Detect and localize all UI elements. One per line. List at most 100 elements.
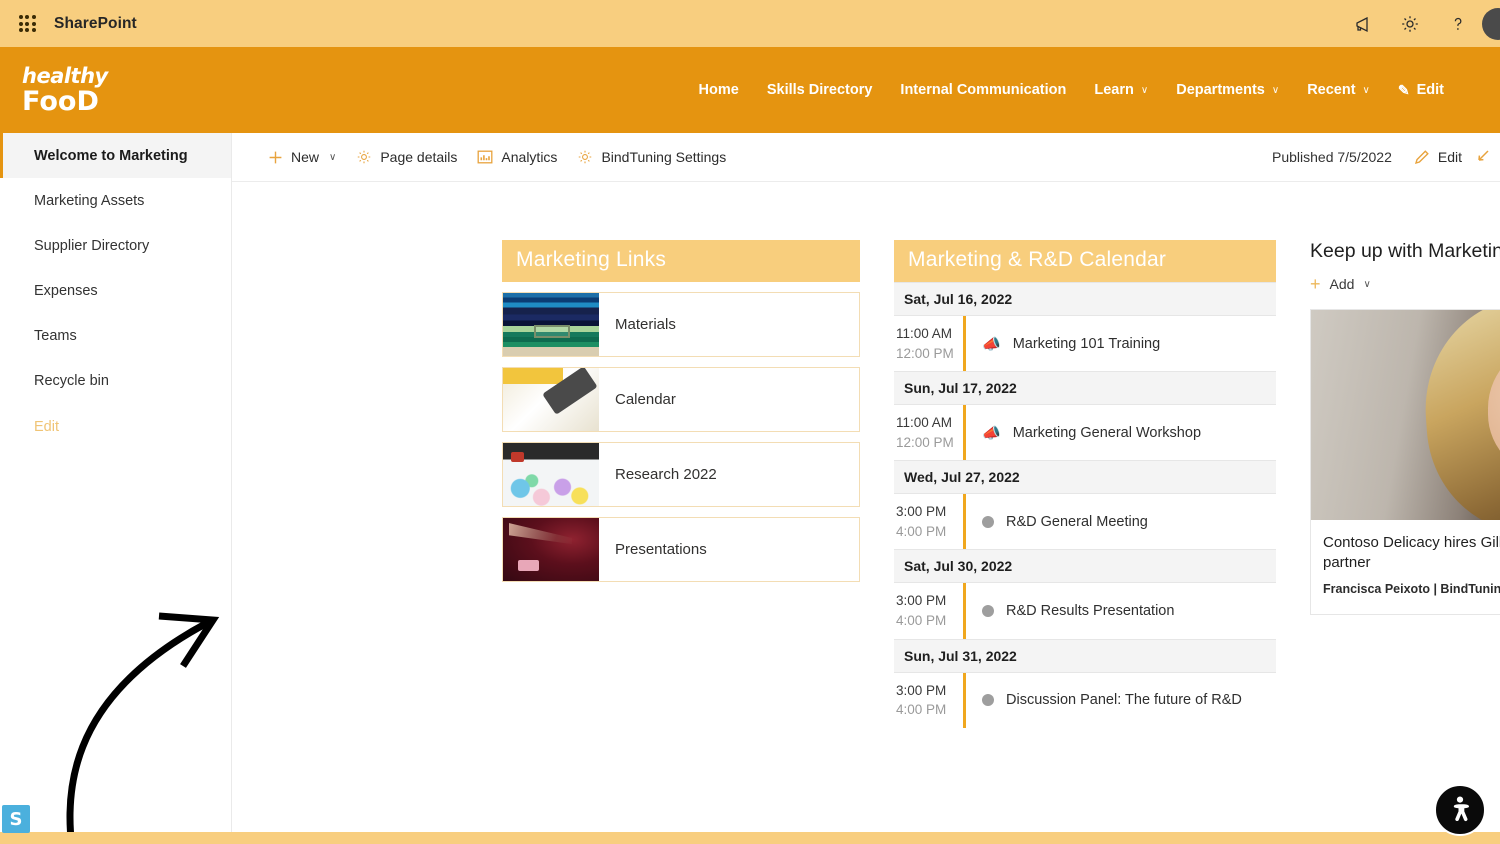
presentations-thumbnail-icon — [503, 518, 599, 581]
sidebar-item-label: Expenses — [34, 282, 98, 299]
left-navigation: Welcome to Marketing Marketing Assets Su… — [0, 133, 232, 844]
page-details-button[interactable]: Page details — [346, 143, 467, 171]
gear-icon — [577, 149, 593, 165]
calendar-header: Marketing & R&D Calendar — [894, 240, 1276, 282]
event-time: 3:00 PM 4:00 PM — [894, 672, 966, 728]
plus-icon — [268, 150, 283, 165]
link-item-materials[interactable]: Materials — [502, 292, 860, 357]
nav-label: Skills Directory — [766, 82, 873, 98]
link-item-calendar[interactable]: Calendar — [502, 367, 860, 432]
page-details-label: Page details — [380, 149, 458, 165]
nav-item-departments[interactable]: Departments ∨ — [1162, 74, 1293, 106]
event-title: Discussion Panel: The future of R&D — [1006, 692, 1242, 709]
nav-item-edit[interactable]: ✎ Edit — [1384, 74, 1458, 107]
new-label: New — [291, 149, 320, 165]
link-item-research-2022[interactable]: Research 2022 — [502, 442, 860, 507]
content-area: Welcome to Marketing Marketing Assets Su… — [0, 133, 1500, 844]
republish-icon[interactable] — [1474, 149, 1496, 165]
webpart-news: Keep up with Marketing + Add ∨ Contoso D — [1310, 240, 1500, 615]
calendar-thumbnail-icon — [503, 368, 599, 431]
news-author: Francisca Peixoto | BindTuning — [1323, 581, 1500, 596]
event-body: 📣 Marketing General Workshop — [966, 405, 1201, 460]
event-start-time: 11:00 AM — [896, 415, 953, 431]
skype-icon[interactable]: S — [2, 805, 30, 833]
nav-item-recent[interactable]: Recent ∨ — [1293, 74, 1384, 106]
sidebar-item-teams[interactable]: Teams — [0, 313, 231, 358]
suite-title[interactable]: SharePoint — [54, 15, 137, 33]
event-title: R&D General Meeting — [1006, 513, 1148, 530]
calendar-date-header: Sat, Jul 30, 2022 — [894, 549, 1276, 584]
sidebar-item-welcome-to-marketing[interactable]: Welcome to Marketing — [0, 133, 231, 178]
calendar-event-row[interactable]: 3:00 PM 4:00 PM Discussion Panel: The fu… — [894, 672, 1276, 728]
chevron-down-icon: ∨ — [1363, 278, 1371, 290]
news-headline: Contoso Delicacy hires Gill Anderson as … — [1323, 534, 1500, 572]
suite-bar: SharePoint — [0, 0, 1500, 47]
link-item-presentations[interactable]: Presentations — [502, 517, 860, 582]
chevron-down-icon: ∨ — [1140, 84, 1149, 96]
help-icon[interactable] — [1434, 0, 1482, 47]
bindtuning-settings-button[interactable]: BindTuning Settings — [567, 143, 736, 171]
user-avatar[interactable] — [1482, 7, 1500, 40]
edit-page-button[interactable]: Edit — [1404, 143, 1472, 171]
event-start-time: 3:00 PM — [896, 682, 947, 698]
event-start-time: 11:00 AM — [896, 326, 953, 341]
nav-label: Edit — [1416, 82, 1444, 98]
sidebar-item-marketing-assets[interactable]: Marketing Assets — [0, 178, 231, 223]
sidebar-item-recycle-bin[interactable]: Recycle bin — [0, 358, 231, 403]
command-bar: New ∨ Page details Analytics BindTuning … — [232, 133, 1500, 182]
gear-icon — [356, 149, 372, 165]
logo-line-1: healthy — [22, 63, 108, 88]
megaphone-icon[interactable] — [1338, 0, 1386, 47]
nav-item-internal-communication[interactable]: Internal Communication — [886, 74, 1080, 106]
event-body: R&D General Meeting — [966, 494, 1148, 549]
nav-item-skills-directory[interactable]: Skills Directory — [753, 74, 887, 106]
calendar-event-row[interactable]: 3:00 PM 4:00 PM R&D General Meeting — [894, 494, 1276, 550]
calendar-date-header: Sun, Jul 31, 2022 — [894, 638, 1276, 673]
analytics-button[interactable]: Analytics — [467, 143, 567, 171]
annotation-arrow-icon — [66, 612, 220, 844]
calendar-event-row[interactable]: 11:00 AM 12:00 PM 📣 Marketing 101 Traini… — [894, 316, 1276, 372]
event-time: 11:00 AM 12:00 PM — [894, 405, 966, 461]
sidebar-item-supplier-directory[interactable]: Supplier Directory — [0, 223, 231, 268]
nav-label: Recent — [1307, 82, 1356, 98]
event-time: 11:00 AM 12:00 PM — [894, 316, 966, 372]
accessibility-icon[interactable] — [1434, 784, 1486, 836]
megaphone-icon: 📣 — [982, 424, 1001, 442]
calendar-event-row[interactable]: 11:00 AM 12:00 PM 📣 Marketing General Wo… — [894, 405, 1276, 461]
link-label: Calendar — [615, 391, 676, 408]
new-button[interactable]: New ∨ — [258, 143, 346, 171]
event-end-time: 4:00 PM — [896, 612, 947, 628]
add-label: Add — [1329, 276, 1355, 292]
calendar-date-header: Sat, Jul 16, 2022 — [894, 282, 1276, 316]
event-title: R&D Results Presentation — [1006, 602, 1175, 619]
add-news-button[interactable]: + Add ∨ — [1310, 275, 1371, 293]
bottom-strip — [0, 832, 1500, 844]
news-card[interactable]: Contoso Delicacy hires Gill Anderson as … — [1310, 309, 1500, 615]
link-label: Presentations — [615, 541, 707, 558]
event-time: 3:00 PM 4:00 PM — [894, 494, 966, 550]
event-end-time: 4:00 PM — [896, 702, 947, 718]
sidebar-item-label: Teams — [34, 327, 77, 344]
edit-label: Edit — [1437, 149, 1462, 165]
analytics-icon — [477, 149, 493, 165]
news-thumbnail-icon — [1311, 310, 1500, 520]
chevron-down-icon: ∨ — [1362, 84, 1370, 96]
suite-right-icons — [1338, 0, 1500, 47]
calendar-event-row[interactable]: 3:00 PM 4:00 PM R&D Results Presentation — [894, 583, 1276, 639]
news-meta: Francisca Peixoto | BindTuningFebruary 1… — [1323, 582, 1500, 596]
megaphone-icon: 📣 — [982, 335, 1001, 353]
webpart-marketing-links: Marketing Links Materials Calendar Resea… — [502, 240, 860, 582]
main-region: New ∨ Page details Analytics BindTuning … — [232, 133, 1500, 844]
calendar-date-header: Wed, Jul 27, 2022 — [894, 460, 1276, 495]
link-label: Research 2022 — [615, 466, 717, 483]
app-launcher-icon[interactable] — [14, 11, 40, 37]
sidebar-item-expenses[interactable]: Expenses — [0, 268, 231, 313]
sharepoint-page: SharePoint healthy FooD Home Skills Dire… — [0, 0, 1500, 844]
sidebar-edit-link[interactable]: Edit — [0, 404, 231, 449]
event-end-time: 12:00 PM — [896, 345, 954, 361]
nav-item-home[interactable]: Home — [685, 74, 753, 106]
site-logo[interactable]: healthy FooD — [22, 63, 112, 115]
gear-icon[interactable] — [1386, 0, 1434, 47]
nav-item-learn[interactable]: Learn ∨ — [1080, 74, 1162, 106]
research-thumbnail-icon — [503, 443, 599, 506]
